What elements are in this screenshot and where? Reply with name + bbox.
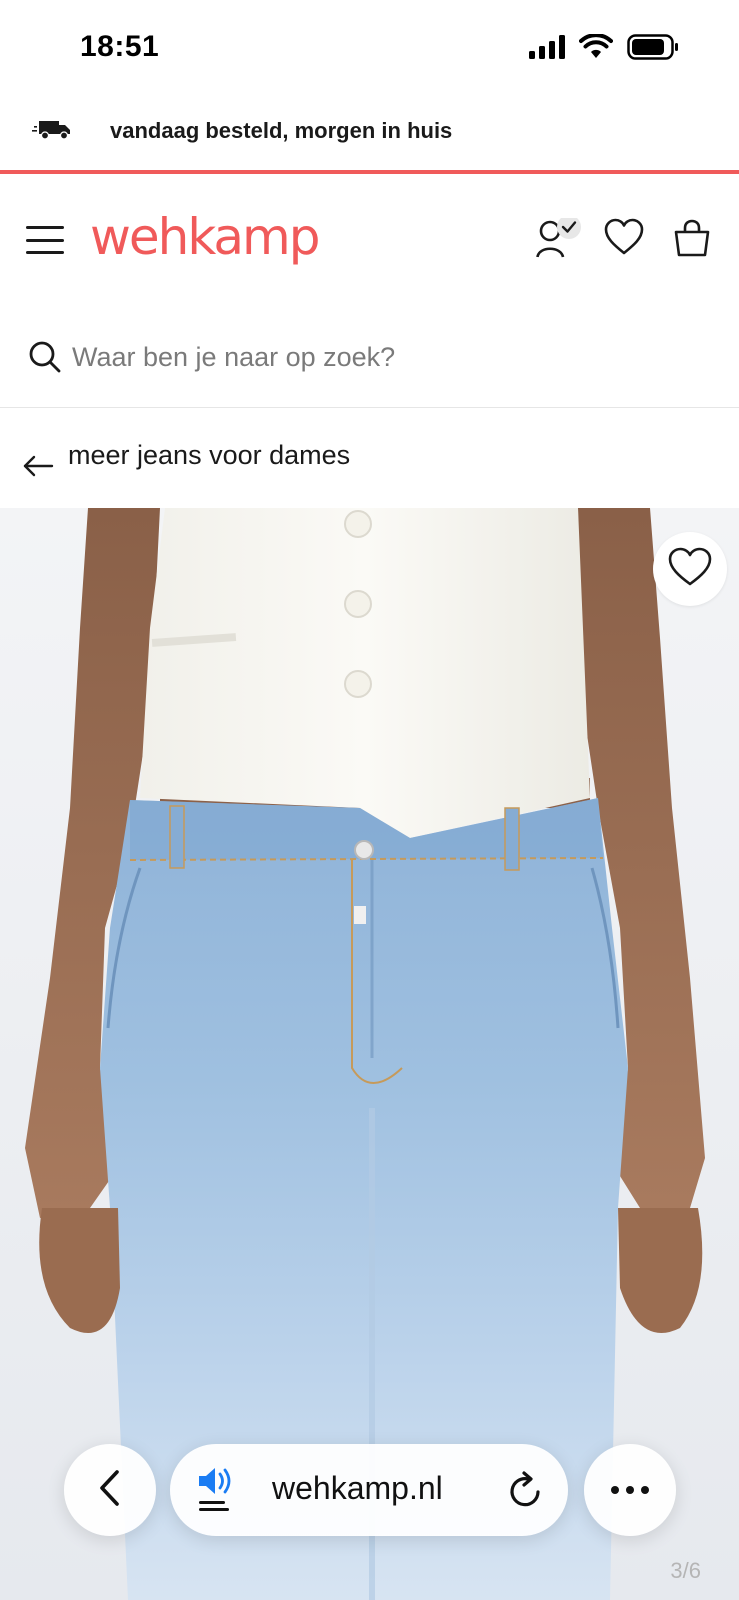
reload-icon[interactable]: [508, 1470, 544, 1515]
arrow-left-icon: [22, 454, 54, 483]
chevron-left-icon: [97, 1468, 123, 1513]
cellular-signal-icon: [529, 35, 565, 59]
product-photo: [0, 508, 739, 1600]
speaker-icon[interactable]: [196, 1466, 236, 1519]
status-bar: 18:51: [0, 0, 739, 100]
more-options-button[interactable]: [584, 1444, 676, 1536]
image-counter: 3/6: [670, 1558, 701, 1583]
back-link-label: meer jeans voor dames: [68, 440, 351, 470]
wishlist-heart-icon[interactable]: [604, 218, 644, 261]
product-image-gallery[interactable]: 3/6: [0, 508, 739, 1600]
add-to-wishlist-button[interactable]: [653, 532, 727, 606]
status-time: 18:51: [80, 30, 160, 63]
search-icon[interactable]: [28, 340, 62, 379]
back-to-category-link[interactable]: meer jeans voor dames: [0, 424, 739, 508]
browser-toolbar: wehkamp.nl: [0, 1444, 739, 1536]
more-dot-icon: [626, 1486, 634, 1494]
browser-back-button[interactable]: [64, 1444, 156, 1536]
battery-icon: [627, 34, 679, 60]
truck-icon: [32, 118, 72, 145]
delivery-banner: vandaag besteld, morgen in huis: [0, 100, 739, 174]
more-dot-icon: [641, 1486, 649, 1494]
search-input[interactable]: [72, 332, 692, 382]
wifi-icon: [579, 34, 613, 60]
more-dot-icon: [611, 1486, 619, 1494]
delivery-promo-text: vandaag besteld, morgen in huis: [110, 118, 453, 143]
menu-icon[interactable]: [26, 226, 64, 254]
address-bar[interactable]: wehkamp.nl: [170, 1444, 568, 1536]
search-bar: [0, 318, 739, 408]
status-icons: [529, 34, 679, 60]
wehkamp-logo[interactable]: wehkamp: [90, 208, 321, 266]
url-text[interactable]: wehkamp.nl: [272, 1470, 443, 1507]
account-icon[interactable]: [536, 215, 584, 263]
site-header: wehkamp: [0, 174, 739, 300]
shopping-bag-icon[interactable]: [672, 218, 712, 263]
heart-icon: [668, 547, 712, 592]
